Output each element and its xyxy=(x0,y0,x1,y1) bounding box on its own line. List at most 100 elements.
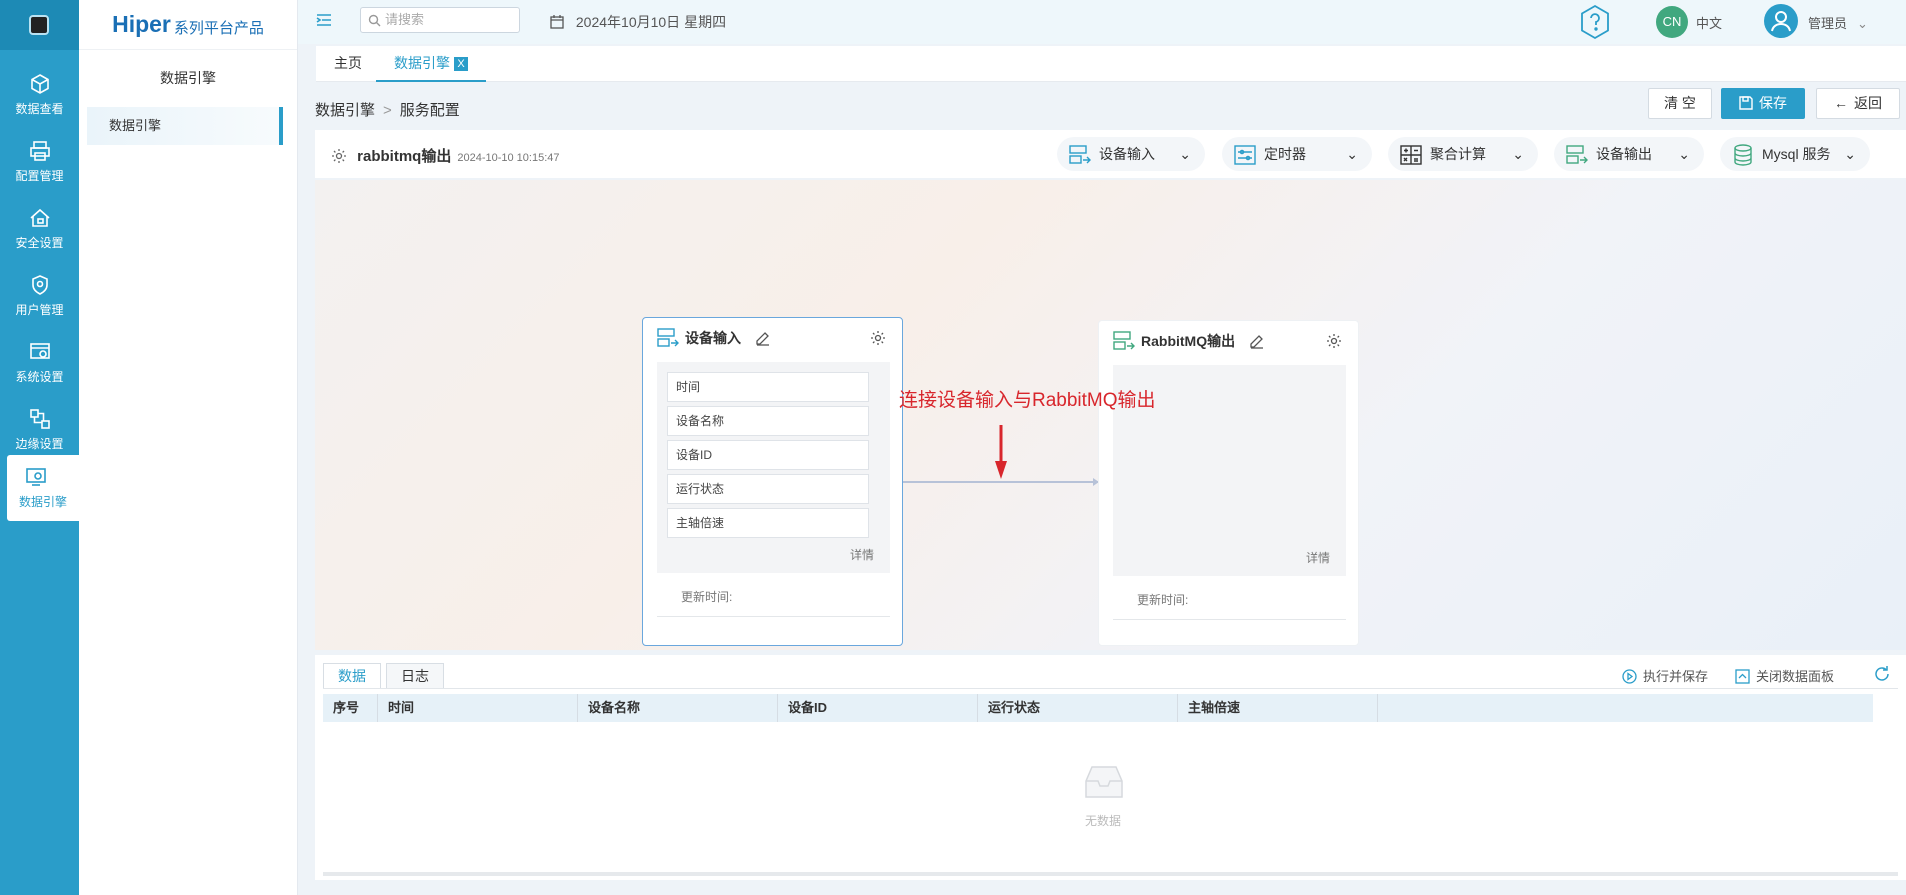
save-button[interactable]: 保存 xyxy=(1721,88,1805,119)
nav-item-users[interactable]: 用户管理 xyxy=(0,263,79,329)
user-avatar-icon[interactable] xyxy=(1764,4,1798,38)
column-header: 设备ID xyxy=(778,694,978,722)
calculator-icon xyxy=(1400,145,1422,165)
shield-user-icon xyxy=(31,275,48,295)
empty-state-text: 无数据 xyxy=(1085,814,1122,828)
field-item[interactable]: 时间 xyxy=(667,372,869,402)
device-input-icon xyxy=(657,328,679,347)
database-icon xyxy=(1734,144,1752,166)
home-lock-icon xyxy=(29,208,50,227)
chevron-down-icon: ⌄ xyxy=(1179,146,1191,162)
search-icon xyxy=(368,14,381,27)
device-output-icon xyxy=(1566,145,1588,164)
node-divider xyxy=(657,616,890,617)
timer-dropdown[interactable]: 定时器 ⌄ xyxy=(1222,137,1372,171)
detail-link[interactable]: 详情 xyxy=(850,546,874,563)
node-divider xyxy=(1113,619,1346,620)
menu-collapse-icon[interactable] xyxy=(316,13,332,27)
calendar-icon xyxy=(550,15,564,29)
device-output-dropdown[interactable]: 设备输出 ⌄ xyxy=(1554,137,1704,171)
flow-canvas[interactable]: 设备输入 时间 设备名称 设备ID 运行状态 主轴倍速 详情 更新时间: Rab… xyxy=(315,180,1906,650)
run-save-button[interactable]: 执行并保存 xyxy=(1622,666,1708,685)
collapse-icon xyxy=(1735,669,1750,684)
close-tab-icon[interactable]: X xyxy=(454,57,468,71)
device-input-node[interactable]: 设备输入 时间 设备名称 设备ID 运行状态 主轴倍速 详情 更新时间: xyxy=(642,317,903,646)
chevron-down-icon: ⌄ xyxy=(1678,146,1690,162)
refresh-icon[interactable] xyxy=(1873,665,1891,683)
gear-icon[interactable] xyxy=(1326,333,1342,349)
timer-icon xyxy=(1234,145,1256,165)
column-header: 序号 xyxy=(323,694,378,722)
gear-icon[interactable] xyxy=(331,148,347,164)
breadcrumb: 数据引擎 > 服务配置 xyxy=(315,102,460,119)
chevron-down-icon: ⌄ xyxy=(1512,146,1524,162)
language-switch[interactable]: 中文 xyxy=(1696,13,1722,32)
mysql-service-dropdown[interactable]: Mysql 服务 ⌄ xyxy=(1720,137,1870,171)
edit-icon[interactable] xyxy=(755,331,770,346)
search-input[interactable]: 请搜索 xyxy=(360,7,520,33)
chevron-down-icon: ⌄ xyxy=(1346,146,1358,162)
sidebar-item-data-engine[interactable]: 数据引擎 xyxy=(87,107,283,145)
nav-item-data-engine[interactable]: 数据引擎 xyxy=(7,455,79,521)
detail-link[interactable]: 详情 xyxy=(1306,549,1330,566)
field-item[interactable]: 设备ID xyxy=(667,440,869,470)
aggregate-dropdown[interactable]: 聚合计算 ⌄ xyxy=(1388,137,1538,171)
device-output-icon xyxy=(1113,331,1135,350)
tab-data-engine[interactable]: 数据引擎 X xyxy=(376,46,486,82)
node-header: RabbitMQ输出 xyxy=(1113,331,1270,351)
horizontal-scrollbar[interactable] xyxy=(323,872,1898,876)
data-panel: 数据 日志 执行并保存 关闭数据面板 序号 时间 设备名称 设备ID 运行状态 … xyxy=(315,655,1906,880)
printer-icon xyxy=(29,141,50,161)
app-logo-icon xyxy=(29,15,49,35)
save-icon xyxy=(1739,96,1753,110)
device-input-icon xyxy=(1069,145,1091,164)
connection-edge[interactable] xyxy=(903,478,1099,486)
brand-logo: Hiper 系列平台产品 xyxy=(79,0,297,50)
nav-item-edge[interactable]: 边缘设置 xyxy=(0,397,79,463)
nav-item-security[interactable]: 安全设置 xyxy=(0,196,79,262)
nav-item-data-view[interactable]: 数据查看 xyxy=(0,62,79,128)
flow-toolbar: rabbitmq输出 2024-10-10 10:15:47 设备输入 ⌄ 定时器 ⌄… xyxy=(315,130,1906,178)
top-bar: 请搜索 2024年10月10日 星期四 CN 中文 管理员 ⌄ xyxy=(298,0,1906,44)
clear-button[interactable]: 清 空 xyxy=(1648,88,1712,119)
edit-icon[interactable] xyxy=(1249,334,1264,349)
node-fields: 时间 设备名称 设备ID 运行状态 主轴倍速 详情 xyxy=(657,362,890,573)
panel-divider xyxy=(323,688,1898,689)
play-icon xyxy=(1622,669,1637,684)
edge-nodes-icon xyxy=(29,409,50,429)
settings-panel-icon xyxy=(29,343,50,359)
tab-home[interactable]: 主页 xyxy=(334,46,362,82)
nav-item-config[interactable]: 配置管理 xyxy=(0,129,79,195)
column-header: 主轴倍速 xyxy=(1178,694,1378,722)
nav-item-system[interactable]: 系统设置 xyxy=(0,330,79,396)
secondary-sidebar: Hiper 系列平台产品 数据引擎 数据引擎 xyxy=(79,0,298,895)
close-panel-button[interactable]: 关闭数据面板 xyxy=(1735,666,1834,685)
flow-title: rabbitmq输出 2024-10-10 10:15:47 xyxy=(331,145,560,166)
device-input-dropdown[interactable]: 设备输入 ⌄ xyxy=(1057,137,1205,171)
flow-timestamp: 2024-10-10 10:15:47 xyxy=(457,152,560,164)
table-header: 序号 时间 设备名称 设备ID 运行状态 主轴倍速 xyxy=(323,694,1873,722)
field-item[interactable]: 主轴倍速 xyxy=(667,508,869,538)
back-button[interactable]: ← 返回 xyxy=(1816,88,1900,119)
field-item[interactable]: 运行状态 xyxy=(667,474,869,504)
rabbitmq-output-node[interactable]: RabbitMQ输出 详情 更新时间: xyxy=(1098,320,1359,646)
node-header: 设备输入 xyxy=(657,328,776,348)
gear-icon[interactable] xyxy=(870,330,886,346)
user-menu[interactable]: 管理员 ⌄ xyxy=(1808,13,1868,32)
update-time-label: 更新时间: xyxy=(1137,593,1189,607)
nav-rail: 数据查看 配置管理 安全设置 用户管理 系统设置 边缘设置 数据引擎 xyxy=(0,0,79,895)
app-logo[interactable] xyxy=(0,0,79,50)
tab-log[interactable]: 日志 xyxy=(386,663,444,689)
tab-data[interactable]: 数据 xyxy=(323,663,381,689)
column-header: 设备名称 xyxy=(578,694,778,722)
empty-inbox-icon xyxy=(1085,766,1123,798)
cube-icon xyxy=(30,74,49,94)
help-icon[interactable] xyxy=(1576,3,1614,41)
arrow-left-icon: ← xyxy=(1834,95,1848,111)
chevron-down-icon: ⌄ xyxy=(1857,16,1868,31)
field-item[interactable]: 设备名称 xyxy=(667,406,869,436)
language-badge[interactable]: CN xyxy=(1656,6,1688,38)
current-date: 2024年10月10日 星期四 xyxy=(550,12,726,32)
data-engine-icon xyxy=(26,468,46,486)
column-header: 时间 xyxy=(378,694,578,722)
